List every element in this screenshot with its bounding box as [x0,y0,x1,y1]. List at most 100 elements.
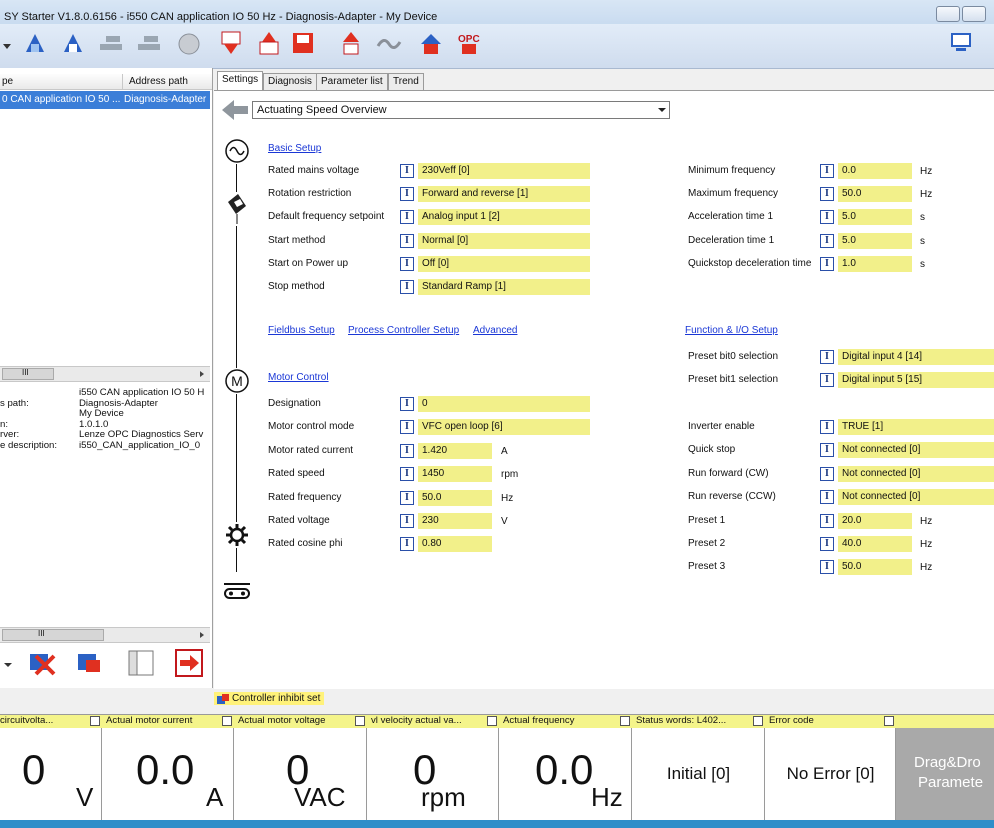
info-icon[interactable]: I [820,350,834,364]
info-icon[interactable]: I [400,490,414,505]
advanced-link[interactable]: Advanced [473,325,517,336]
param-value-field[interactable]: 50.0 [418,489,492,506]
param-value-field[interactable]: 20.0 [838,512,912,529]
column-header-address[interactable]: Address path [122,74,212,90]
info-icon[interactable]: I [400,467,414,482]
device-home-icon[interactable] [418,30,444,58]
info-icon[interactable]: I [400,280,414,294]
param-value-field[interactable]: Forward and reverse [1] [418,186,590,203]
info-icon[interactable]: I [400,187,414,202]
info-icon[interactable]: I [820,187,834,202]
tree-row-selected[interactable]: 0 CAN application IO 50 ... Diagnosis-Ad… [0,91,210,109]
param-value-field[interactable]: 0.80 [418,536,492,553]
column-header-type[interactable]: pe [0,74,122,90]
disconnect-icon[interactable] [176,30,202,58]
restore-button[interactable] [962,6,986,22]
param-value-field[interactable]: 50.0 [838,559,912,576]
monitor-pin-checkbox[interactable] [884,716,894,726]
info-icon[interactable]: I [820,420,834,434]
monitor-icon[interactable] [950,30,976,58]
info-icon[interactable]: I [820,210,834,225]
delete-device-icon[interactable] [26,648,58,678]
monitor-pin-checkbox[interactable] [753,716,763,726]
monitor-pin-checkbox[interactable] [620,716,630,726]
info-icon[interactable]: I [400,514,414,528]
param-value-field[interactable]: 230 [418,513,492,529]
tree-horizontal-scrollbar[interactable]: III [0,366,210,382]
scroll-right-icon[interactable] [198,369,206,379]
tab-parameter-list[interactable]: Parameter list [316,73,388,90]
param-value-field[interactable]: Not connected [0] [838,489,994,506]
function-io-setup-link[interactable]: Function & I/O Setup [685,325,778,336]
save-parameters-icon[interactable] [290,30,316,58]
monitor-pin-checkbox[interactable] [355,716,365,726]
param-value-field[interactable]: 1.420 [418,442,492,459]
dropdown-icon[interactable] [2,656,14,672]
param-value-field[interactable]: Not connected [0] [838,465,994,482]
motor-control-link[interactable]: Motor Control [268,372,329,383]
info-icon[interactable]: I [820,560,834,575]
param-value-field[interactable]: 0 [418,396,590,412]
param-value-field[interactable]: TRUE [1] [838,419,994,435]
wave-icon[interactable] [376,30,402,58]
download-parameters-icon[interactable] [218,30,244,58]
view-selector[interactable]: Actuating Speed Overview [252,101,670,119]
download-grey-icon[interactable] [98,30,124,58]
param-value-field[interactable]: Standard Ramp [1] [418,279,590,295]
exit-arrow-icon[interactable] [174,648,206,678]
param-value-field[interactable]: 5.0 [838,232,912,249]
process-controller-setup-link[interactable]: Process Controller Setup [348,325,459,336]
info-icon[interactable]: I [400,256,414,271]
param-value-field[interactable]: 230Veff [0] [418,163,590,179]
fieldbus-setup-link[interactable]: Fieldbus Setup [268,325,335,336]
upload-device-icon[interactable] [338,30,364,58]
info-icon[interactable]: I [400,443,414,458]
info-icon[interactable]: I [820,513,834,528]
opc-icon[interactable]: OPC [456,30,482,58]
info-icon[interactable]: I [820,256,834,271]
param-value-field[interactable]: 40.0 [838,536,912,552]
info-icon[interactable]: I [820,233,834,248]
dropdown-icon[interactable] [0,30,14,58]
props-horizontal-scrollbar[interactable]: III [0,627,210,643]
tab-diagnosis[interactable]: Diagnosis [263,73,317,90]
param-value-field[interactable]: Digital input 5 [15] [838,372,994,389]
info-icon[interactable]: I [820,443,834,458]
tab-trend[interactable]: Trend [388,73,424,90]
param-value-field[interactable]: 1450 [418,466,492,483]
monitor-pin-checkbox[interactable] [222,716,232,726]
info-icon[interactable]: I [400,537,414,552]
tab-settings[interactable]: Settings [217,71,264,90]
info-icon[interactable]: I [400,397,414,411]
info-icon[interactable]: I [400,233,414,248]
info-icon[interactable]: I [400,164,414,178]
info-icon[interactable]: I [820,490,834,505]
go-online-icon[interactable] [22,30,48,58]
monitor-pin-checkbox[interactable] [90,716,100,726]
panel-layout-icon[interactable] [126,648,158,678]
info-icon[interactable]: I [820,537,834,551]
info-icon[interactable]: I [820,164,834,178]
minimize-button[interactable] [936,6,960,22]
param-value-field[interactable]: 0.0 [838,163,912,179]
basic-setup-link[interactable]: Basic Setup [268,143,321,154]
param-value-field[interactable]: VFC open loop [6] [418,419,590,436]
param-value-field[interactable]: Not connected [0] [838,442,994,459]
info-icon[interactable]: I [400,210,414,225]
info-icon[interactable]: I [400,420,414,435]
drag-drop-parameter-area[interactable]: Drag&Dro Paramete [896,728,994,820]
param-value-field[interactable]: Off [0] [418,255,590,272]
param-value-field[interactable]: Digital input 4 [14] [838,349,994,365]
go-offline-icon[interactable] [60,30,86,58]
monitor-pin-checkbox[interactable] [487,716,497,726]
param-value-field[interactable]: 50.0 [838,186,912,203]
back-arrow-icon[interactable] [220,98,250,122]
param-value-field[interactable]: 5.0 [838,209,912,226]
info-icon[interactable]: I [820,373,834,388]
param-value-field[interactable]: Normal [0] [418,232,590,249]
upload-grey-icon[interactable] [136,30,162,58]
scroll-right-icon[interactable] [198,630,206,640]
upload-parameters-icon[interactable] [256,30,282,58]
device-settings-icon[interactable] [74,648,106,678]
param-value-field[interactable]: 1.0 [838,255,912,272]
